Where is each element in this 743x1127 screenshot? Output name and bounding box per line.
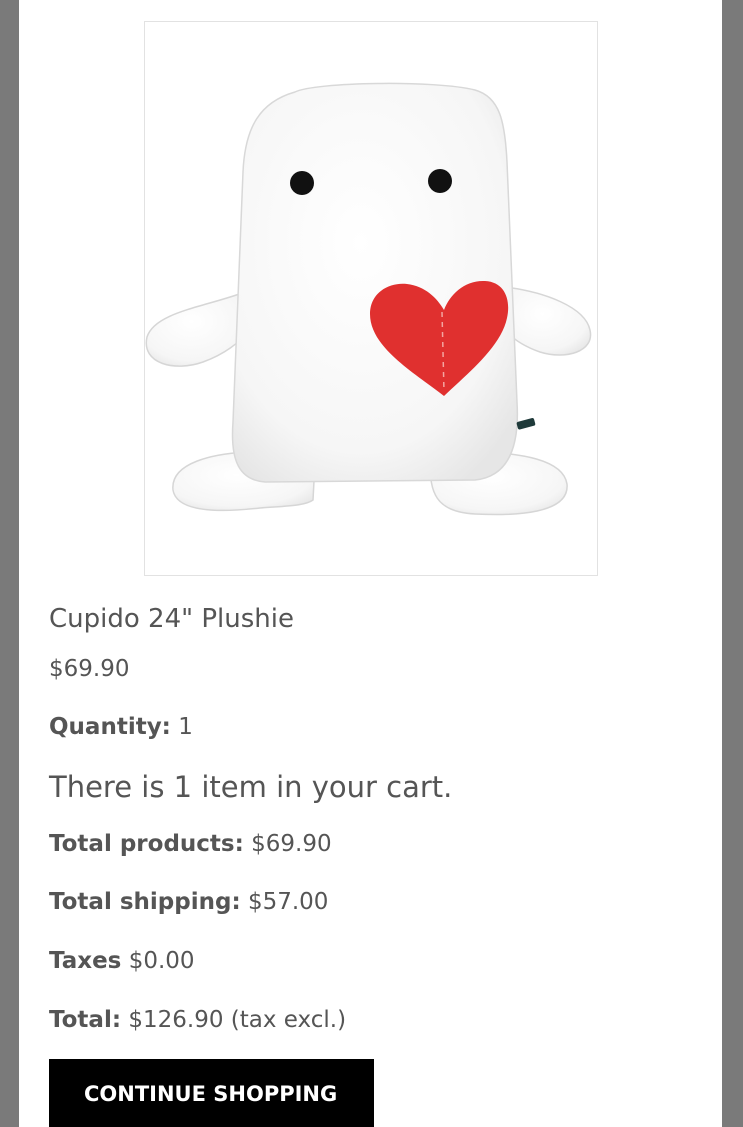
taxes-value: $0.00 bbox=[128, 948, 195, 974]
total-line: Total: $126.90 (tax excl.) bbox=[49, 1007, 346, 1033]
quantity-value: 1 bbox=[178, 714, 193, 740]
total-label: Total: bbox=[49, 1007, 122, 1033]
product-name: Cupido 24" Plushie bbox=[49, 604, 294, 634]
plushie-illustration bbox=[145, 82, 592, 516]
plushie-left-arm bbox=[145, 290, 248, 367]
product-price: $69.90 bbox=[49, 656, 130, 682]
taxes-label: Taxes bbox=[49, 948, 122, 974]
quantity-line: Quantity: 1 bbox=[49, 714, 193, 740]
taxes-line: Taxes $0.00 bbox=[49, 948, 195, 974]
total-value: $126.90 (tax excl.) bbox=[128, 1007, 347, 1033]
total-products-line: Total products: $69.90 bbox=[49, 831, 332, 857]
total-shipping-label: Total shipping: bbox=[49, 889, 241, 915]
plushie-right-arm bbox=[502, 286, 592, 356]
continue-shopping-button[interactable]: CONTINUE SHOPPING bbox=[49, 1059, 374, 1127]
total-products-label: Total products: bbox=[49, 831, 244, 857]
total-shipping-value: $57.00 bbox=[247, 889, 329, 915]
quantity-label: Quantity: bbox=[49, 714, 171, 740]
product-image bbox=[144, 21, 598, 576]
total-products-value: $69.90 bbox=[251, 831, 332, 857]
plushie-left-eye bbox=[290, 171, 314, 195]
cart-item-count: There is 1 item in your cart. bbox=[49, 770, 453, 804]
cart-modal: Cupido 24" Plushie $69.90 Quantity: 1 Th… bbox=[19, 0, 722, 1127]
plushie-tag bbox=[516, 417, 536, 430]
plushie-right-eye bbox=[428, 169, 452, 193]
total-shipping-line: Total shipping: $57.00 bbox=[49, 889, 328, 915]
